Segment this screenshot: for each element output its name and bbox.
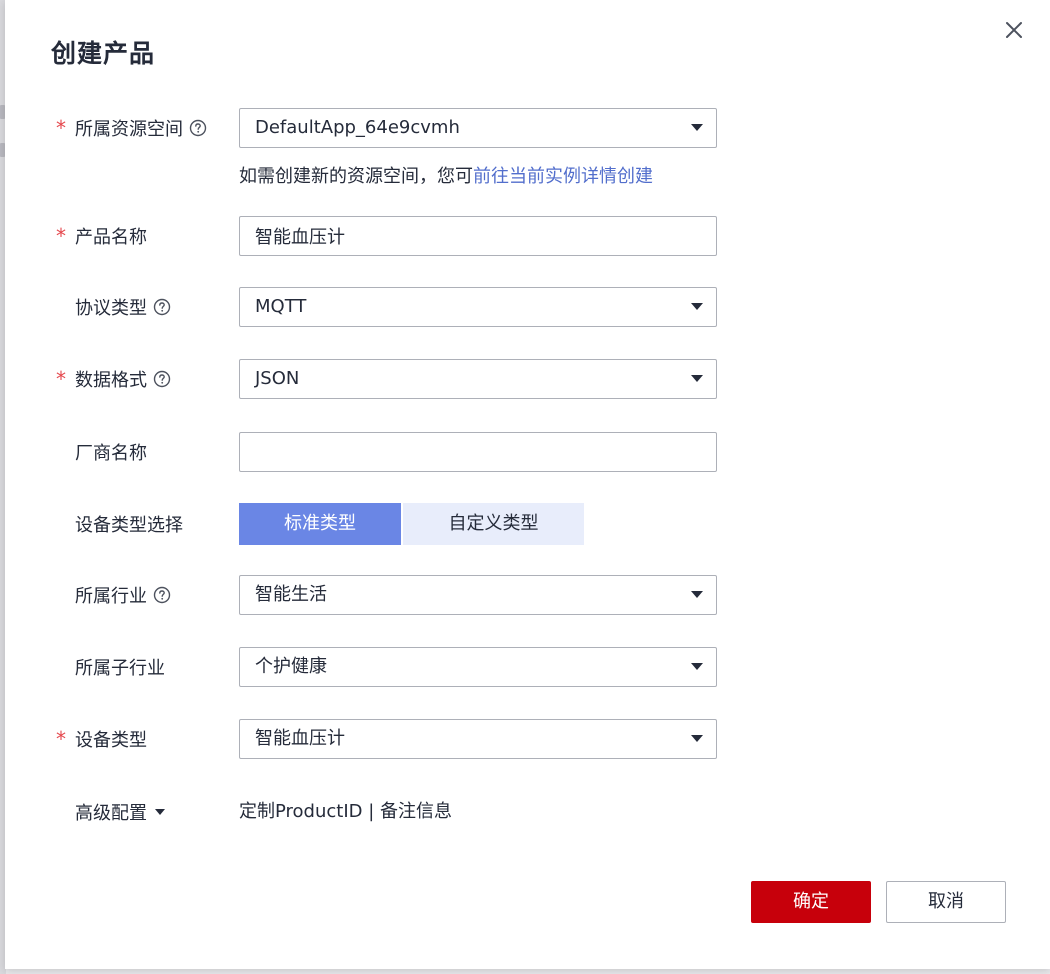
label-text: 设备类型: [75, 730, 147, 751]
caret-down-icon: [691, 375, 703, 382]
device-type-label: 设备类型: [75, 719, 147, 759]
product-name-input-wrap: [239, 216, 717, 256]
protocol-type-select[interactable]: MQTT: [239, 287, 717, 327]
help-circle-icon[interactable]: [153, 370, 171, 388]
cancel-button[interactable]: 取消: [886, 881, 1006, 923]
label-text: 高级配置: [75, 803, 147, 824]
label-text: 所属行业: [75, 586, 147, 607]
advanced-config-toggle[interactable]: 高级配置: [75, 797, 165, 827]
select-value: 个护健康: [255, 656, 327, 677]
help-circle-icon[interactable]: [153, 298, 171, 316]
close-icon: [1006, 22, 1022, 38]
product-name-label: 产品名称: [75, 216, 147, 256]
resource-space-hint: 如需创建新的资源空间，您可前往当前实例详情创建: [239, 162, 653, 188]
manufacturer-label: 厂商名称: [75, 432, 147, 472]
device-type-selection-label: 设备类型选择: [75, 503, 183, 545]
required-mark: *: [56, 116, 66, 140]
sub-industry-select[interactable]: 个护健康: [239, 647, 717, 687]
select-value: DefaultApp_64e9cvmh: [255, 117, 460, 138]
resource-space-label: 所属资源空间: [75, 108, 207, 148]
label-text: 协议类型: [75, 298, 147, 319]
dialog-title: 创建产品: [51, 39, 156, 68]
caret-down-icon: [691, 124, 703, 131]
required-mark: *: [56, 224, 66, 248]
label-text: 产品名称: [75, 227, 147, 248]
device-type-select[interactable]: 智能血压计: [239, 719, 717, 759]
label-text: 厂商名称: [75, 443, 147, 464]
protocol-type-label: 协议类型: [75, 287, 171, 327]
select-value: JSON: [255, 368, 300, 389]
manufacturer-input-wrap: [239, 432, 717, 472]
form-row-device-type-selection: 设备类型选择 标准类型 自定义类型: [5, 503, 1050, 545]
segment-standard-type[interactable]: 标准类型: [239, 503, 401, 545]
label-text: 所属子行业: [75, 658, 165, 679]
select-value: 智能血压计: [255, 728, 345, 749]
segment-custom-type[interactable]: 自定义类型: [403, 503, 584, 545]
resource-space-select[interactable]: DefaultApp_64e9cvmh: [239, 108, 717, 148]
create-product-dialog: 创建产品 * 所属资源空间 DefaultApp_64e9cvmh 如需创建新的…: [5, 0, 1050, 969]
industry-select[interactable]: 智能生活: [239, 575, 717, 615]
label-text: 所属资源空间: [75, 119, 183, 140]
sub-industry-label: 所属子行业: [75, 647, 165, 687]
caret-down-icon: [691, 735, 703, 742]
select-value: 智能生活: [255, 584, 327, 605]
caret-down-icon: [155, 809, 165, 815]
select-value: MQTT: [255, 296, 307, 317]
caret-down-icon: [691, 303, 703, 310]
help-circle-icon[interactable]: [153, 586, 171, 604]
caret-down-icon: [691, 663, 703, 670]
data-format-label: 数据格式: [75, 359, 171, 399]
caret-down-icon: [691, 591, 703, 598]
help-circle-icon[interactable]: [189, 119, 207, 137]
confirm-button[interactable]: 确定: [751, 881, 871, 923]
required-mark: *: [56, 367, 66, 391]
hint-text: 如需创建新的资源空间，您可: [239, 166, 473, 187]
product-name-input[interactable]: [240, 217, 716, 255]
data-format-select[interactable]: JSON: [239, 359, 717, 399]
advanced-config-summary: 定制ProductID | 备注信息: [239, 801, 453, 822]
manufacturer-input[interactable]: [240, 433, 716, 471]
label-text: 设备类型选择: [75, 515, 183, 536]
required-mark: *: [56, 727, 66, 751]
form-row-advanced: 高级配置 定制ProductID | 备注信息: [5, 797, 1050, 827]
label-text: 数据格式: [75, 370, 147, 391]
create-resource-space-link[interactable]: 前往当前实例详情创建: [473, 166, 653, 187]
close-button[interactable]: [1001, 17, 1027, 43]
industry-label: 所属行业: [75, 575, 171, 615]
